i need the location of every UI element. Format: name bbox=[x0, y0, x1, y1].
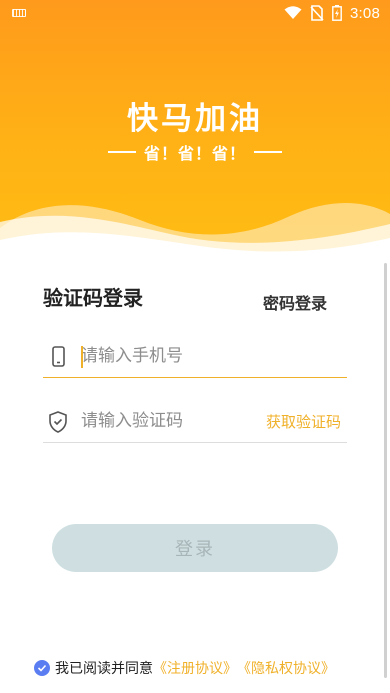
status-icons: 3:08 bbox=[284, 4, 380, 22]
login-tabs: 验证码登录 密码登录 bbox=[43, 282, 343, 316]
agreement-text: 我已阅读并同意 bbox=[55, 661, 153, 677]
scrollbar[interactable] bbox=[384, 263, 387, 678]
phone-icon bbox=[52, 346, 65, 367]
battery-charging-icon bbox=[332, 5, 342, 21]
slogan: 省！省！省！ bbox=[0, 140, 390, 164]
app-title: 快马加油 bbox=[127, 101, 263, 137]
wifi-icon bbox=[284, 6, 302, 19]
keyboard-icon bbox=[12, 9, 26, 17]
slogan-line-left bbox=[107, 151, 136, 153]
text-cursor bbox=[81, 346, 83, 368]
code-input[interactable] bbox=[81, 406, 271, 436]
tab-sms-login[interactable]: 验证码登录 bbox=[43, 282, 143, 311]
slogan-text: 省！省！省！ bbox=[143, 144, 246, 163]
slogan-line-right bbox=[254, 151, 282, 153]
phone-field bbox=[43, 341, 347, 378]
register-agreement-link[interactable]: 《注册协议》 bbox=[153, 658, 237, 678]
status-time: 3:08 bbox=[350, 4, 380, 22]
tab-password-login[interactable]: 密码登录 bbox=[263, 290, 327, 314]
privacy-agreement-link[interactable]: 《隐私权协议》 bbox=[237, 658, 335, 678]
no-sim-icon bbox=[310, 5, 324, 21]
get-code-button[interactable]: 获取验证码 bbox=[266, 411, 341, 432]
login-button[interactable]: 登录 bbox=[52, 524, 338, 572]
wave-decoration bbox=[0, 203, 390, 262]
agreement: 我已阅读并同意 《注册协议》 《隐私权协议》 bbox=[34, 658, 335, 678]
shield-icon bbox=[49, 411, 67, 433]
phone-input[interactable] bbox=[81, 341, 271, 371]
code-field: 获取验证码 bbox=[43, 406, 347, 443]
status-bar: 3:08 bbox=[0, 0, 390, 26]
agreement-checkbox[interactable] bbox=[34, 660, 50, 676]
header-banner: 3:08 快马加油 省！省！省！ bbox=[0, 0, 390, 262]
checkmark-icon bbox=[37, 664, 47, 672]
